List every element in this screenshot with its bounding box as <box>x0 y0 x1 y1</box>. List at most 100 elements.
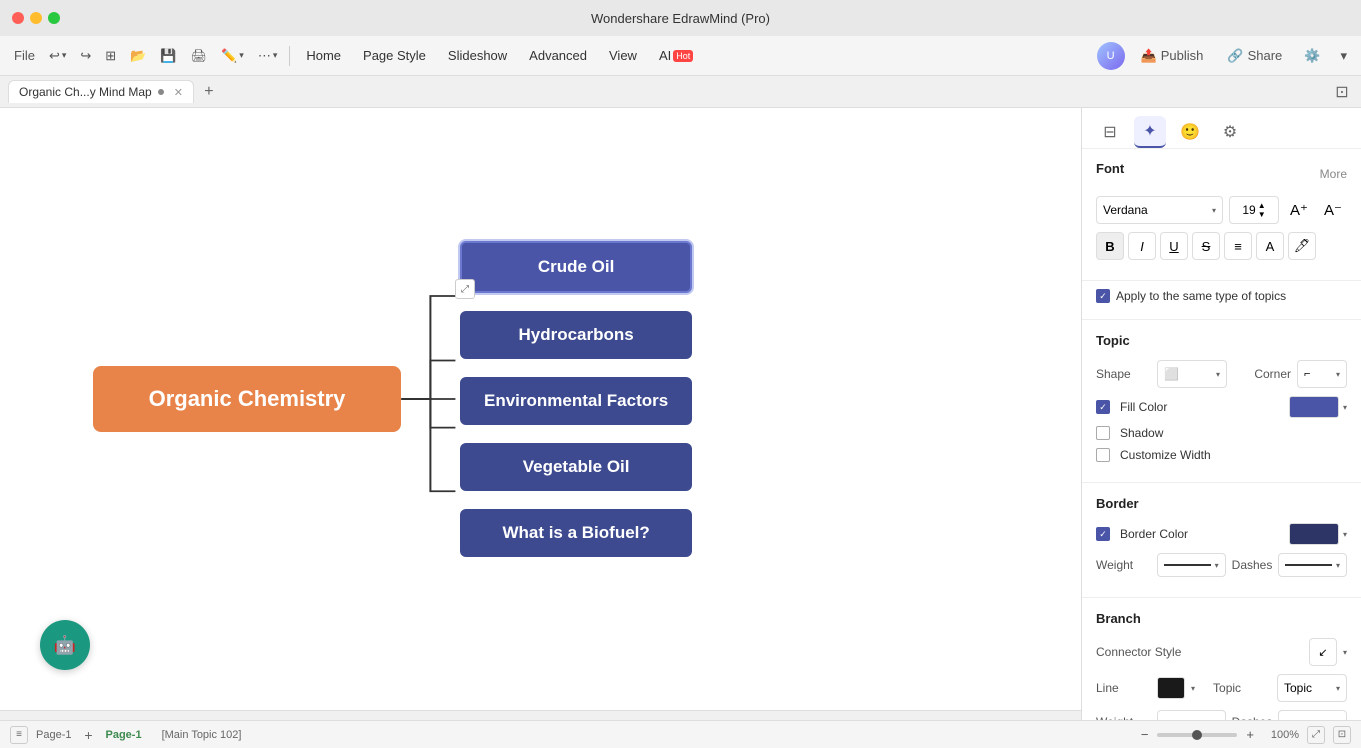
active-page-label[interactable]: Page-1 <box>105 729 141 741</box>
font-more-link[interactable]: More <box>1320 167 1347 181</box>
branch-section-title: Branch <box>1096 611 1141 626</box>
font-family-row: Verdana ▾ 19 ▲ ▼ A⁺ A⁻ <box>1096 196 1347 224</box>
edit-btn[interactable]: ✏️▾ <box>215 44 250 68</box>
apply-section: ✓ Apply to the same type of topics <box>1082 281 1361 320</box>
border-color-row: ✓ Border Color ▾ <box>1096 523 1347 545</box>
maximize-button[interactable] <box>48 12 60 24</box>
shape-label: Shape <box>1096 367 1151 381</box>
underline-button[interactable]: U <box>1160 232 1188 260</box>
fit-screen-btn[interactable]: ⤢ <box>1307 726 1325 744</box>
fill-color-label: Fill Color <box>1120 400 1167 414</box>
panel-tab-emoji[interactable]: 🙂 <box>1174 116 1206 148</box>
border-color-checkbox[interactable]: ✓ <box>1096 527 1110 541</box>
zoom-slider-thumb[interactable] <box>1192 730 1202 740</box>
border-dashes-select[interactable]: ▾ <box>1278 553 1347 577</box>
shadow-row: Shadow <box>1096 426 1347 440</box>
resize-handle[interactable]: ⤢ <box>455 279 475 299</box>
align-button[interactable]: ≡ <box>1224 232 1252 260</box>
zoom-plus-btn[interactable]: + <box>1243 727 1257 742</box>
branch-line-color[interactable] <box>1157 677 1185 699</box>
advanced-menu[interactable]: Advanced <box>519 44 597 67</box>
publish-button[interactable]: 📤 Publish <box>1133 44 1212 68</box>
tab-close-icon[interactable]: ✕ <box>174 86 183 99</box>
slideshow-menu[interactable]: Slideshow <box>438 44 517 67</box>
panel-tab-style[interactable]: ✦ <box>1134 116 1166 148</box>
new-btn[interactable]: ⊞ <box>99 44 122 68</box>
canvas-scrollbar[interactable] <box>0 710 1081 720</box>
font-section: Font More Verdana ▾ 19 ▲ ▼ A⁺ A⁻ <box>1082 149 1361 281</box>
user-avatar[interactable]: U <box>1097 42 1125 70</box>
font-format-row: B I U S ≡ A <box>1096 232 1347 260</box>
zoom-slider[interactable] <box>1157 733 1237 737</box>
corner-select[interactable]: ⌐ ▾ <box>1297 360 1347 388</box>
branch-node-biofuel[interactable]: What is a Biofuel? <box>460 509 692 557</box>
page-name: Page-1 <box>36 729 71 741</box>
customize-width-checkbox[interactable] <box>1096 448 1110 462</box>
close-button[interactable] <box>12 12 24 24</box>
fill-color-row: ✓ Fill Color ▾ <box>1096 396 1347 418</box>
apply-checkbox-row: ✓ Apply to the same type of topics <box>1096 289 1347 303</box>
font-family-select[interactable]: Verdana ▾ <box>1096 196 1223 224</box>
view-menu[interactable]: View <box>599 44 647 67</box>
branch-weight-select[interactable]: ▾ <box>1157 710 1226 720</box>
border-color-picker[interactable] <box>1289 523 1339 545</box>
branch-node-env-factors[interactable]: Environmental Factors <box>460 377 692 425</box>
share-button[interactable]: 🔗 Share <box>1219 44 1290 68</box>
font-color-button[interactable]: A <box>1256 232 1284 260</box>
zoom-minus-btn[interactable]: − <box>1138 727 1152 742</box>
minimize-button[interactable] <box>30 12 42 24</box>
settings-btn[interactable]: ⚙️ <box>1298 44 1326 68</box>
mindmap-container: Organic Chemistry Crude Oil Hydrocarbons… <box>0 108 1081 690</box>
branch-line-row: Line ▾ Topic Topic ▾ <box>1096 674 1347 702</box>
main-topic-label: [Main Topic 102] <box>162 729 242 741</box>
file-menu[interactable]: File <box>8 44 41 67</box>
bold-button[interactable]: B <box>1096 232 1124 260</box>
canvas[interactable]: Organic Chemistry Crude Oil Hydrocarbons… <box>0 108 1081 720</box>
border-weight-select[interactable]: ▾ <box>1157 553 1226 577</box>
ai-menu[interactable]: AI Hot <box>649 44 703 67</box>
save-btn[interactable]: 💾 <box>154 44 182 68</box>
home-menu[interactable]: Home <box>296 44 351 67</box>
shadow-label: Shadow <box>1120 426 1163 440</box>
panel-tab-layout[interactable]: ⊟ <box>1094 116 1126 148</box>
page-style-menu[interactable]: Page Style <box>353 44 436 67</box>
expand-btn[interactable]: ▾ <box>1334 44 1353 68</box>
zoom-control: − + 100% <box>1138 727 1299 742</box>
branch-node-veg-oil[interactable]: Vegetable Oil <box>460 443 692 491</box>
branch-node-crude-oil[interactable]: Crude Oil <box>460 241 692 293</box>
layout-toggle[interactable]: ⊡ <box>1331 81 1353 103</box>
font-decrease-btn[interactable]: A⁻ <box>1319 196 1347 224</box>
shape-row: Shape ⬜ ▾ Corner ⌐ ▾ <box>1096 360 1347 388</box>
branch-dashes-select[interactable]: ▾ <box>1278 710 1347 720</box>
fill-color-picker[interactable] <box>1289 396 1339 418</box>
fullscreen-btn[interactable]: ⊡ <box>1333 726 1351 744</box>
font-increase-btn[interactable]: A⁺ <box>1285 196 1313 224</box>
corner-label: Corner <box>1254 367 1291 381</box>
central-node[interactable]: Organic Chemistry <box>93 366 401 432</box>
shadow-checkbox[interactable] <box>1096 426 1110 440</box>
connector-style-select[interactable]: ↙ <box>1309 638 1337 666</box>
italic-button[interactable]: I <box>1128 232 1156 260</box>
font-extra-btn[interactable]: 🖊 <box>1288 232 1316 260</box>
shape-select[interactable]: ⬜ ▾ <box>1157 360 1227 388</box>
font-size-input[interactable]: 19 ▲ ▼ <box>1229 196 1279 224</box>
style-icon: ✦ <box>1143 121 1156 141</box>
undo-btn[interactable]: ↩▾ <box>43 44 72 68</box>
border-section-title: Border <box>1096 496 1139 511</box>
strikethrough-button[interactable]: S <box>1192 232 1220 260</box>
page-list-btn[interactable]: ≡ <box>10 726 28 744</box>
open-btn[interactable]: 📂 <box>124 44 152 68</box>
redo-btn[interactable]: ↪ <box>74 44 97 68</box>
ai-bot-button[interactable]: 🤖 <box>40 620 90 670</box>
add-page-btn[interactable]: + <box>79 726 97 744</box>
tab-mind-map[interactable]: Organic Ch...y Mind Map ✕ <box>8 80 194 103</box>
traffic-lights <box>12 12 60 24</box>
add-tab-button[interactable]: + <box>198 81 220 103</box>
branch-topic-select[interactable]: Topic ▾ <box>1277 674 1347 702</box>
more-tools-btn[interactable]: ⋯▾ <box>252 44 284 68</box>
branch-node-hydrocarbons[interactable]: Hydrocarbons <box>460 311 692 359</box>
apply-checkbox[interactable]: ✓ <box>1096 289 1110 303</box>
panel-tab-settings[interactable]: ⚙ <box>1214 116 1246 148</box>
print-btn[interactable]: 🖨 <box>185 44 214 68</box>
fill-color-checkbox[interactable]: ✓ <box>1096 400 1110 414</box>
